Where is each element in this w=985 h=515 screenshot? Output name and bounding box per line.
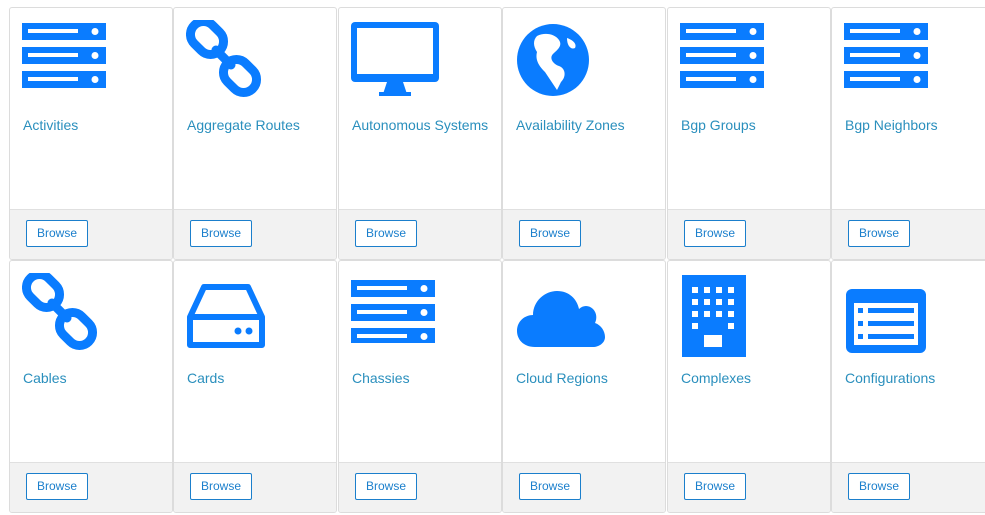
card-title: Cloud Regions: [516, 370, 608, 386]
browse-button[interactable]: Browse: [355, 473, 418, 500]
card-bgp-neighbors: Bgp Neighbors Browse: [831, 7, 985, 260]
card-footer: Browse: [503, 462, 665, 512]
browse-button[interactable]: Browse: [26, 220, 89, 247]
card-aggregate-routes: Aggregate Routes Browse: [173, 7, 337, 260]
browse-button[interactable]: Browse: [684, 220, 747, 247]
card-title: Autonomous Systems: [352, 117, 489, 133]
card-title: Complexes: [681, 370, 752, 386]
card-cloud-regions: Cloud Regions Browse: [502, 260, 666, 513]
card-footer: Browse: [503, 209, 665, 259]
browse-button[interactable]: Browse: [848, 473, 911, 500]
card-footer: Browse: [10, 462, 172, 512]
card-footer: Browse: [832, 209, 985, 259]
card-configurations: Configurations Browse: [831, 260, 985, 513]
server-icon: [844, 20, 934, 100]
card-title: Aggregate Routes: [187, 117, 300, 133]
card-complexes: Complexes Browse: [667, 260, 831, 513]
card-footer: Browse: [832, 462, 985, 512]
browse-button[interactable]: Browse: [519, 473, 582, 500]
browse-button[interactable]: Browse: [684, 473, 747, 500]
browse-button[interactable]: Browse: [190, 220, 253, 247]
browse-button[interactable]: Browse: [190, 473, 253, 500]
card-bgp-groups: Bgp Groups Browse: [667, 7, 831, 260]
card-autonomous-systems: Autonomous Systems Browse: [338, 7, 502, 260]
hard-drive-icon: [186, 273, 276, 353]
card-title: Activities: [23, 117, 79, 133]
card-footer: Browse: [668, 462, 830, 512]
list-alt-icon: [844, 273, 934, 353]
card-title: Cables: [23, 370, 67, 386]
cloud-icon: [515, 273, 605, 353]
building-icon: [680, 273, 770, 357]
server-icon: [22, 20, 112, 100]
card-title: Cards: [187, 370, 225, 386]
link-icon: [186, 20, 276, 100]
card-title: Chassies: [352, 370, 410, 386]
card-cards: Cards Browse: [173, 260, 337, 513]
card-availability-zones: Availability Zones Browse: [502, 7, 666, 260]
card-footer: Browse: [10, 209, 172, 259]
browse-button[interactable]: Browse: [355, 220, 418, 247]
server-icon: [680, 20, 770, 100]
card-activities: Activities Browse: [9, 7, 173, 260]
card-cables: Cables Browse: [9, 260, 173, 513]
browse-button[interactable]: Browse: [26, 473, 89, 500]
card-footer: Browse: [174, 209, 336, 259]
card-title: Bgp Neighbors: [845, 117, 938, 133]
card-footer: Browse: [174, 462, 336, 512]
card-footer: Browse: [339, 209, 501, 259]
card-footer: Browse: [339, 462, 501, 512]
card-title: Bgp Groups: [681, 117, 756, 133]
browse-button[interactable]: Browse: [519, 220, 582, 247]
resource-grid: Activities Browse Aggregate Routes Brows…: [0, 0, 985, 515]
card-title: Configurations: [845, 370, 936, 386]
globe-icon: [515, 20, 605, 100]
server-icon: [351, 273, 441, 353]
card-title: Availability Zones: [516, 117, 625, 133]
desktop-icon: [351, 20, 441, 100]
browse-button[interactable]: Browse: [848, 220, 911, 247]
link-icon: [22, 273, 112, 353]
card-chassies: Chassies Browse: [338, 260, 502, 513]
card-footer: Browse: [668, 209, 830, 259]
